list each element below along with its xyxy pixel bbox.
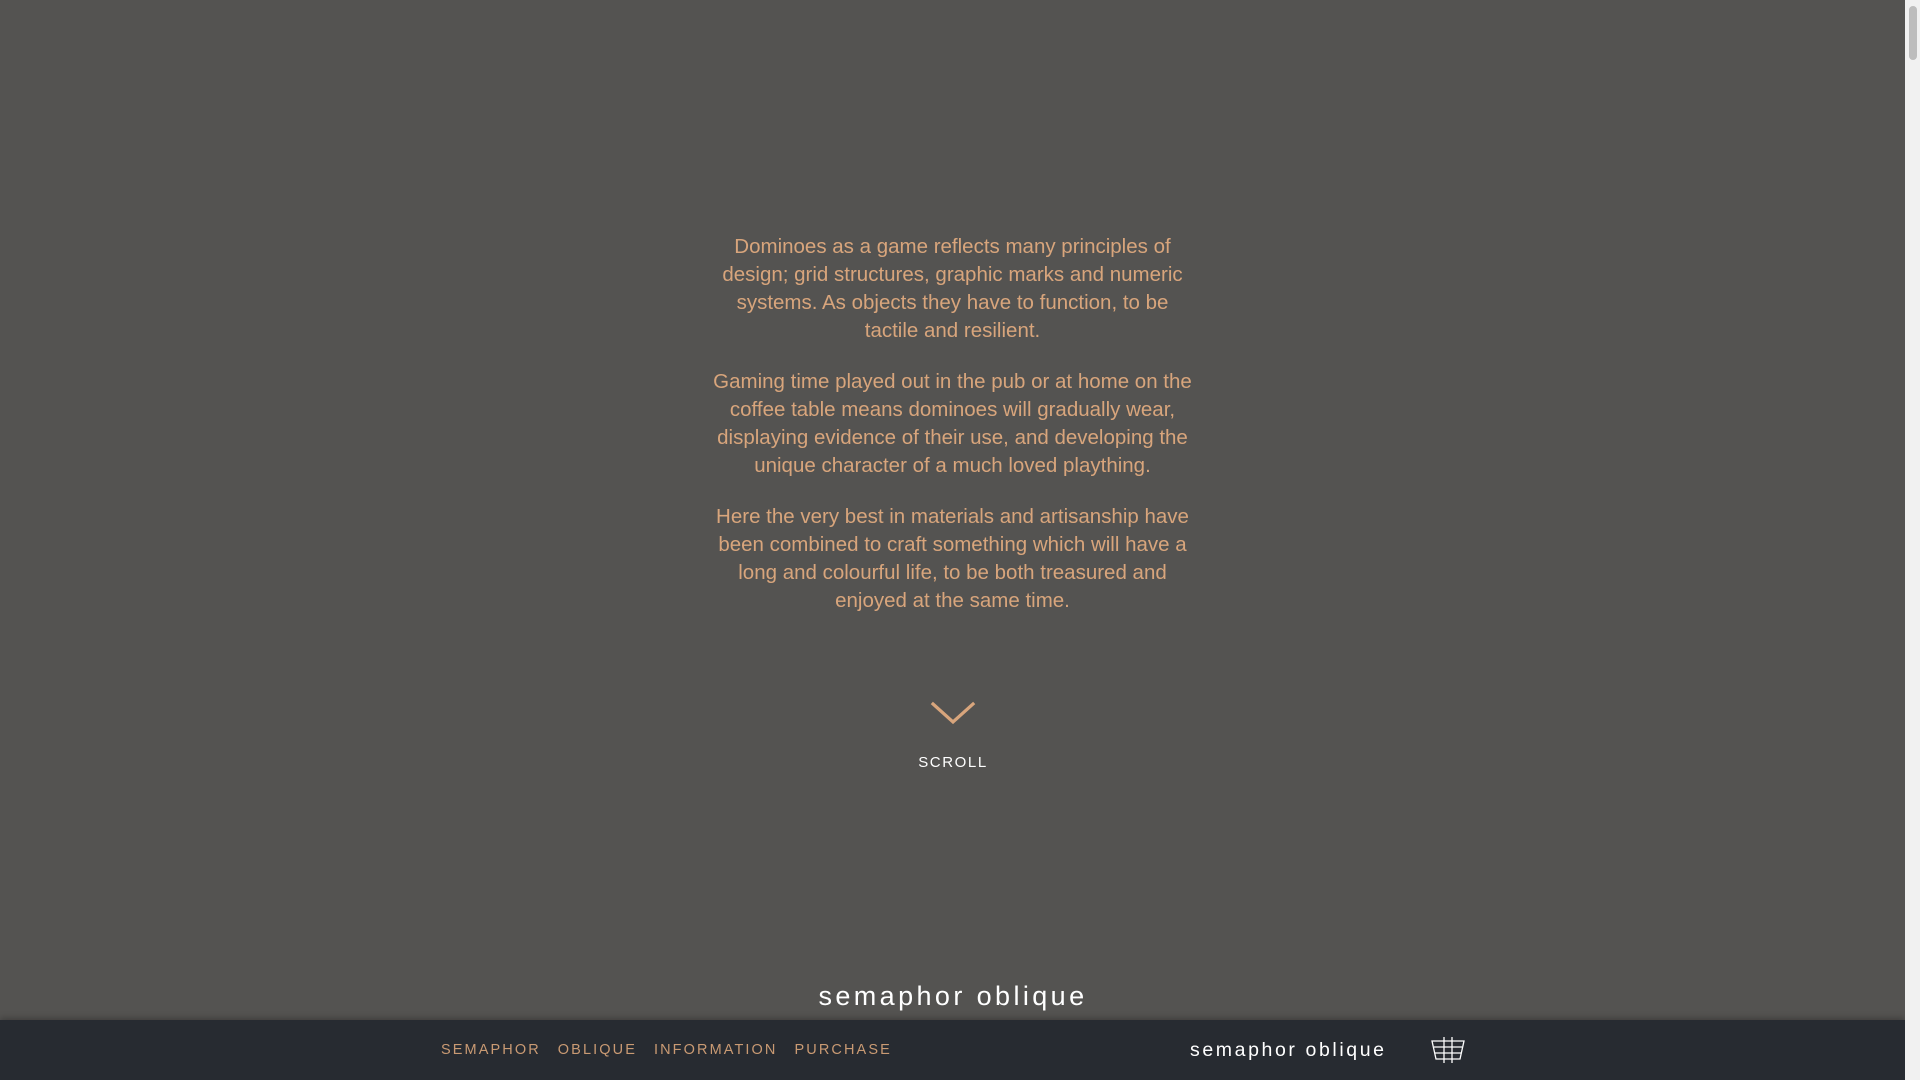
- bottom-navbar: SEMAPHOR OBLIQUE INFORMATION PURCHASE se…: [0, 1020, 1905, 1080]
- nav-link-purchase[interactable]: PURCHASE: [795, 1042, 892, 1058]
- nav-brand[interactable]: semaphor oblique: [1190, 1020, 1387, 1080]
- scrollbar-thumb[interactable]: [1909, 6, 1917, 60]
- nav-link-semaphor[interactable]: SEMAPHOR: [441, 1042, 541, 1058]
- nav-link-oblique[interactable]: OBLIQUE: [558, 1042, 637, 1058]
- nav-link-information[interactable]: INFORMATION: [654, 1042, 778, 1058]
- scroll-button[interactable]: SCROLL: [902, 700, 1004, 771]
- scroll-label[interactable]: SCROLL: [902, 754, 1004, 771]
- chevron-down-icon[interactable]: [930, 700, 976, 728]
- page: Dominoes as a game reflects many princip…: [0, 0, 1905, 1080]
- brand-wordmark: semaphor oblique: [818, 981, 1088, 1011]
- intro-paragraph-3: Here the very best in materials and arti…: [716, 505, 1189, 612]
- intro-paragraph-1: Dominoes as a game reflects many princip…: [722, 235, 1183, 342]
- semaphor-logo-icon[interactable]: [1430, 1036, 1466, 1064]
- intro-paragraph-2: Gaming time played out in the pub or at …: [713, 370, 1192, 477]
- intro-text: Dominoes as a game reflects many princip…: [712, 233, 1193, 638]
- nav-links: SEMAPHOR OBLIQUE INFORMATION PURCHASE: [441, 1020, 909, 1080]
- page-scrollbar[interactable]: [1905, 0, 1920, 1080]
